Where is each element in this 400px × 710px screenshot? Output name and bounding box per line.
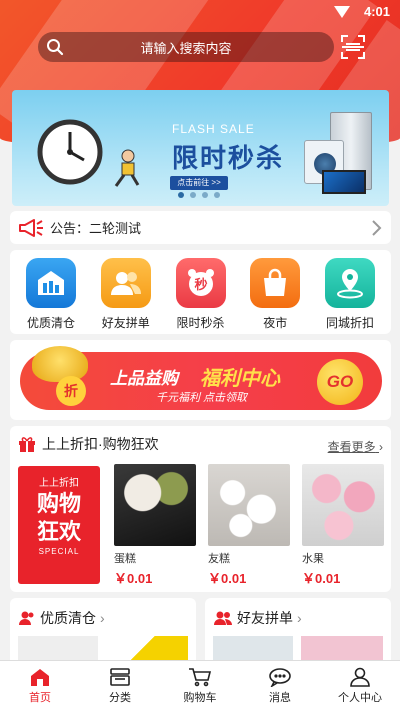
friends-icon [100, 258, 151, 308]
user-icon [350, 667, 370, 687]
alarm-clock-icon: 秒 [175, 258, 226, 308]
runner-icon [114, 149, 140, 187]
welfare-center-banner[interactable]: 折 上品益购 福利中心 千元福利 点击领取 GO [10, 340, 391, 420]
product-card[interactable]: 水果 ￥0.01 [302, 464, 384, 587]
welfare-subtitle: 千元福利 点击领取 [156, 392, 248, 404]
group-buy-section[interactable]: 好友拼单 › [205, 598, 391, 668]
section-title: 优质清仓 [40, 610, 96, 626]
quick-item-clearance[interactable]: 优质清仓 [16, 258, 86, 334]
status-time: 4:01 [363, 4, 390, 19]
quick-item-group-buy[interactable]: 好友拼单 [91, 258, 161, 334]
quick-label: 夜市 [263, 316, 288, 330]
tab-messages[interactable]: 消息 [240, 661, 320, 710]
message-icon [269, 667, 291, 687]
search-placeholder: 请输入搜索内容 [140, 40, 232, 56]
flash-sale-banner[interactable]: FLASH SALE 限时秒杀 点击前往 >> [12, 90, 389, 206]
quick-entry-grid: 优质清仓 好友拼单 秒 限时秒杀 夜市 同城折扣 [10, 250, 391, 334]
quick-item-flash-sale[interactable]: 秒 限时秒杀 [166, 258, 236, 334]
section-header: 优质清仓 › [18, 608, 105, 628]
shopping-bag-icon [250, 258, 301, 308]
banner-title: 限时秒杀 [172, 143, 285, 173]
banner-go-button[interactable]: 点击前往 >> [170, 176, 228, 190]
category-icon [110, 667, 130, 686]
megaphone-icon [19, 218, 43, 237]
product-image [114, 464, 196, 546]
section-title: 上上折扣·购物狂欢 [42, 436, 159, 452]
svg-text:秒: 秒 [194, 277, 207, 293]
location-icon [325, 258, 375, 308]
announcement-bar[interactable]: 公告： 二轮测试 [10, 211, 391, 244]
status-bar: 4:01 [0, 0, 400, 24]
cart-icon [189, 667, 212, 686]
tab-profile[interactable]: 个人中心 [320, 661, 400, 710]
product-card[interactable]: 蛋糕 ￥0.01 [114, 464, 196, 587]
quick-label: 同城折扣 [325, 316, 374, 330]
quick-label: 优质清仓 [26, 316, 75, 330]
chevron-right-icon: › [297, 610, 302, 626]
section-header: 好友拼单 › [213, 608, 302, 628]
notice-text: 二轮测试 [89, 221, 142, 236]
banner-title-en: FLASH SALE [172, 122, 255, 136]
quick-item-local-discount[interactable]: 同城折扣 [315, 258, 385, 334]
tab-home[interactable]: 首页 [0, 661, 80, 710]
discount-section: 上上折扣·购物狂欢 查看更多 › 上上折扣 购物 狂欢 SPECIAL 蛋糕 ￥… [10, 426, 391, 592]
tab-cart[interactable]: 购物车 [160, 661, 240, 710]
warehouse-icon [26, 258, 76, 308]
banner-pagination [178, 192, 220, 198]
gift-icon [19, 437, 35, 452]
wifi-icon [334, 6, 350, 18]
gold-ingot-image [32, 346, 88, 382]
quick-label: 限时秒杀 [176, 316, 225, 330]
welfare-brand: 上品益购 [110, 369, 178, 388]
product-image [302, 464, 384, 546]
promo-card[interactable]: 上上折扣 购物 狂欢 SPECIAL [18, 466, 100, 584]
users-icon [214, 611, 232, 625]
view-more-link[interactable]: 查看更多 › [328, 438, 383, 455]
bottom-tab-bar: 首页 分类 购物车 消息 个人中心 [0, 660, 400, 710]
product-card[interactable]: 友糕 ￥0.01 [208, 464, 290, 587]
section-header: 上上折扣·购物狂欢 [18, 434, 159, 454]
section-title: 好友拼单 [237, 610, 293, 626]
tab-category[interactable]: 分类 [80, 661, 160, 710]
users-icon [19, 611, 34, 625]
tv-image [322, 170, 366, 194]
scan-icon[interactable] [340, 34, 366, 60]
welfare-go-button[interactable]: GO [317, 359, 363, 405]
search-icon [38, 38, 72, 56]
chevron-right-icon [372, 220, 382, 236]
welfare-title: 福利中心 [200, 368, 280, 390]
clearance-section[interactable]: 优质清仓 › [10, 598, 196, 668]
home-icon [31, 668, 49, 686]
chevron-right-icon: › [100, 610, 105, 626]
notice-label: 公告： [50, 221, 90, 236]
quick-item-night-market[interactable]: 夜市 [240, 258, 310, 334]
clock-icon [37, 119, 103, 185]
discount-tag-badge: 折 [56, 376, 86, 406]
product-image [208, 464, 290, 546]
search-bar[interactable]: 请输入搜索内容 [38, 32, 334, 62]
quick-label: 好友拼单 [101, 316, 150, 330]
chevron-right-icon: › [379, 440, 383, 454]
